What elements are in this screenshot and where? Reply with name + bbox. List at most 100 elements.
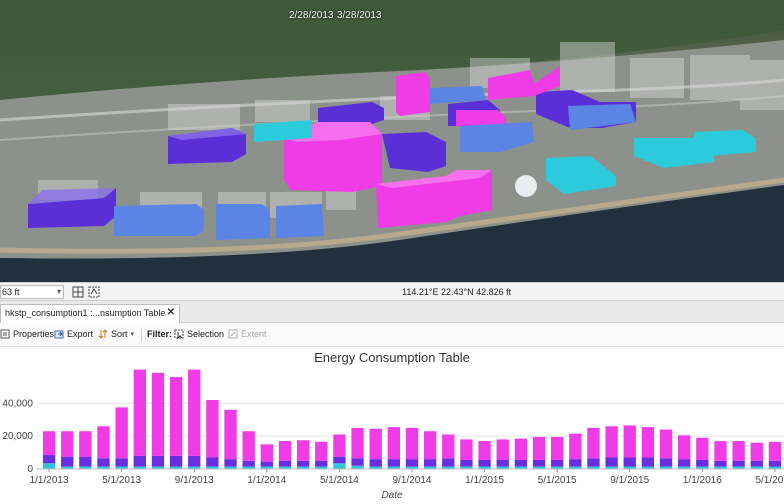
- chart-bar[interactable]: [605, 426, 618, 458]
- chart-bar[interactable]: [42, 463, 56, 469]
- chart-bar[interactable]: [732, 460, 745, 467]
- chart-bar[interactable]: [714, 441, 727, 461]
- chart-bar[interactable]: [442, 458, 455, 467]
- chart-bar[interactable]: [115, 458, 128, 467]
- close-icon[interactable]: ✕: [167, 307, 175, 318]
- chart-bar[interactable]: [278, 441, 292, 461]
- chart-bar[interactable]: [423, 431, 437, 460]
- chart-bar[interactable]: [387, 427, 401, 460]
- scene-view[interactable]: 2/28/2013 3/28/2013: [0, 0, 784, 282]
- chart-bar[interactable]: [315, 441, 328, 461]
- navigator-icon[interactable]: [88, 286, 100, 298]
- tab-consumption-table[interactable]: hkstp_consumption1 :...nsumption Table ✕: [0, 304, 180, 323]
- chart-bar[interactable]: [460, 439, 473, 460]
- chart-bar[interactable]: [97, 426, 110, 459]
- chart-bar[interactable]: [641, 457, 655, 467]
- chart-bar[interactable]: [750, 460, 763, 467]
- chart-bar[interactable]: [532, 436, 546, 460]
- chart-bar[interactable]: [42, 455, 56, 464]
- chart-bar[interactable]: [151, 372, 165, 456]
- chart-bar[interactable]: [61, 431, 74, 457]
- chart-bar[interactable]: [333, 463, 346, 469]
- chart-bar[interactable]: [315, 460, 328, 467]
- chart-bar[interactable]: [714, 460, 727, 467]
- chart-bar[interactable]: [333, 456, 346, 464]
- chart-bar[interactable]: [569, 433, 582, 460]
- properties-button[interactable]: Properties: [0, 329, 54, 339]
- chart-bar[interactable]: [333, 434, 346, 457]
- chart-bar[interactable]: [115, 407, 128, 459]
- chart-bar[interactable]: [79, 431, 92, 457]
- chart-bar[interactable]: [750, 442, 763, 461]
- chart-bar[interactable]: [133, 369, 146, 456]
- chart-bar[interactable]: [188, 455, 201, 467]
- chart-bar[interactable]: [623, 457, 636, 467]
- chart-bar[interactable]: [532, 459, 546, 467]
- chart-bar[interactable]: [242, 431, 255, 461]
- sort-button[interactable]: Sort ▾: [98, 329, 134, 339]
- chart-bar[interactable]: [442, 434, 455, 459]
- chart-bar[interactable]: [732, 441, 745, 461]
- chart-bar[interactable]: [369, 428, 382, 460]
- chart-bar[interactable]: [260, 444, 273, 462]
- energy-chart[interactable]: Energy Consumption Table 0 20,000 40,000 1/…: [0, 347, 784, 504]
- chart-bar[interactable]: [296, 460, 310, 467]
- chart-bar[interactable]: [260, 461, 273, 467]
- chart-bar[interactable]: [641, 427, 655, 458]
- chart-bar[interactable]: [351, 427, 364, 459]
- chart-bar[interactable]: [587, 458, 600, 467]
- chart-bar[interactable]: [696, 459, 709, 467]
- chart-bar[interactable]: [423, 459, 437, 467]
- chart-bar[interactable]: [42, 431, 56, 456]
- chart-bar[interactable]: [478, 459, 491, 467]
- chart-bar[interactable]: [151, 455, 165, 467]
- chart-bar[interactable]: [61, 456, 74, 467]
- chart-bar[interactable]: [224, 459, 237, 467]
- chart-bar[interactable]: [296, 440, 310, 461]
- selection-label: Selection: [187, 329, 225, 339]
- filter-selection-button[interactable]: Selection: [174, 329, 225, 340]
- chart-bar[interactable]: [768, 441, 782, 461]
- export-button[interactable]: Export: [54, 329, 93, 339]
- chart-bar[interactable]: [496, 439, 509, 460]
- chart-bar[interactable]: [605, 457, 618, 467]
- chart-bar[interactable]: [224, 409, 237, 460]
- chart-bar[interactable]: [623, 425, 636, 458]
- chart-bar[interactable]: [678, 459, 691, 467]
- chart-bar[interactable]: [678, 435, 691, 460]
- chart-bar[interactable]: [405, 427, 419, 460]
- x-tick-label: 1/1/2015: [465, 475, 504, 486]
- scale-select[interactable]: 63 ft ▾: [0, 285, 64, 299]
- grid-icon[interactable]: [72, 286, 84, 298]
- chart-bar[interactable]: [206, 400, 219, 458]
- chart-bar[interactable]: [169, 455, 183, 467]
- chart-bar[interactable]: [659, 458, 673, 467]
- chart-bar[interactable]: [514, 438, 528, 460]
- chart-bar[interactable]: [351, 458, 364, 466]
- scene-3d-map[interactable]: [0, 0, 784, 282]
- chart-bar[interactable]: [514, 459, 528, 467]
- chart-bar[interactable]: [387, 459, 401, 467]
- chart-bar[interactable]: [369, 459, 382, 467]
- chart-bar[interactable]: [188, 369, 201, 456]
- chart-bar[interactable]: [79, 456, 92, 467]
- chart-bar[interactable]: [405, 459, 419, 467]
- chart-bar[interactable]: [242, 460, 255, 467]
- chart-bar[interactable]: [278, 460, 292, 467]
- chart-bar[interactable]: [768, 460, 782, 467]
- chart-bar[interactable]: [569, 459, 582, 467]
- chart-bar[interactable]: [659, 429, 673, 459]
- chart-bar[interactable]: [478, 441, 491, 460]
- chart-bar[interactable]: [551, 459, 564, 467]
- filter-extent-button[interactable]: Extent: [228, 329, 267, 339]
- chart-bar[interactable]: [496, 459, 509, 467]
- chart-bar[interactable]: [133, 455, 146, 467]
- chart-bar[interactable]: [206, 457, 219, 467]
- chart-bar[interactable]: [169, 377, 183, 456]
- chart-bar[interactable]: [97, 458, 110, 467]
- chart-bar[interactable]: [587, 427, 600, 459]
- chart-bar[interactable]: [551, 436, 564, 460]
- chart-bar[interactable]: [696, 437, 709, 460]
- chart-bar[interactable]: [460, 459, 473, 467]
- chart-plot[interactable]: 0 20,000 40,000 1/1/2013 5/1/2013 9/1/2013 1/1…: [0, 347, 784, 504]
